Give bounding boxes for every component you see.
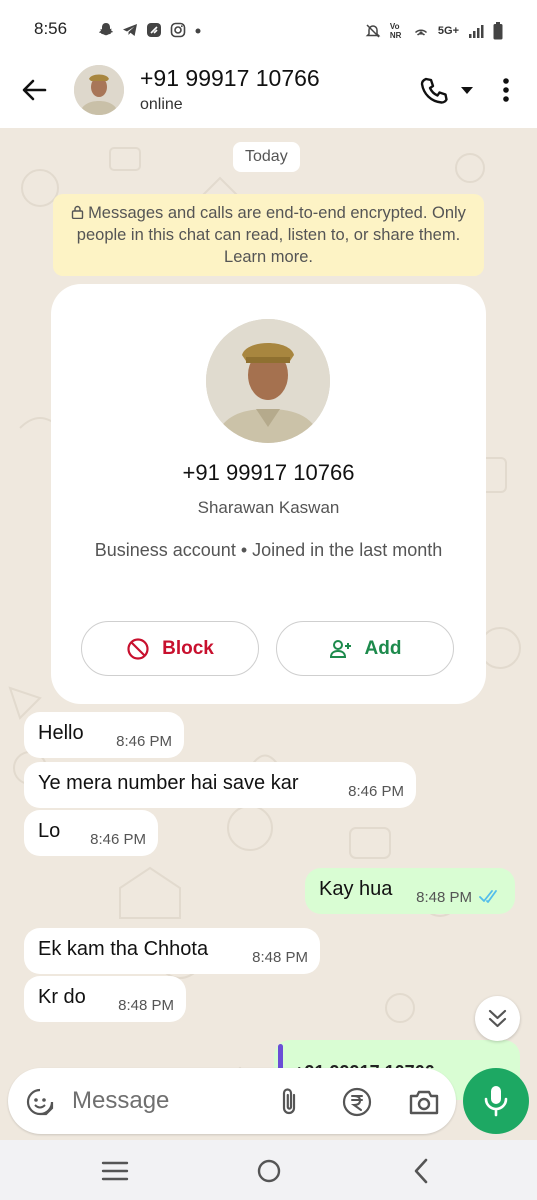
message-time: 8:46 PM — [90, 831, 146, 848]
chat-area[interactable]: Today Messages and calls are end-to-end … — [0, 128, 537, 1140]
signal-icon — [469, 25, 484, 38]
encryption-notice-text: Messages and calls are end-to-end encryp… — [76, 204, 466, 266]
contact-title[interactable]: +91 99917 10766 — [140, 65, 320, 92]
scroll-down-button[interactable] — [475, 996, 520, 1041]
dot-icon — [195, 28, 201, 34]
avatar-photo — [74, 65, 124, 115]
more-vert-icon[interactable] — [494, 76, 518, 104]
snapchat-icon — [98, 23, 114, 36]
mic-button[interactable] — [463, 1068, 529, 1134]
network-label: 5G+ — [437, 25, 459, 37]
contact-info-card: +91 99917 10766 Sharawan Kaswan Business… — [51, 284, 486, 704]
double-tick-icon — [479, 890, 497, 903]
message-bubble-incoming[interactable]: Kr do 8:48 PM — [24, 976, 186, 1022]
attach-icon[interactable] — [276, 1086, 302, 1116]
message-text: Kay hua — [319, 878, 393, 900]
message-time: 8:46 PM — [116, 733, 172, 750]
recents-icon[interactable] — [101, 1158, 129, 1184]
message-text: Lo — [38, 820, 61, 842]
message-composer — [8, 1068, 456, 1134]
contact-photo — [206, 319, 330, 443]
instagram-icon — [170, 22, 186, 38]
message-bubble-incoming[interactable]: Hello 8:46 PM — [24, 712, 184, 758]
notification-icons — [98, 22, 202, 38]
message-bubble-incoming[interactable]: Ye mera number hai save kar 8:46 PM — [24, 762, 416, 808]
home-icon[interactable] — [255, 1158, 283, 1184]
camera-icon[interactable] — [408, 1088, 440, 1116]
back-nav-icon[interactable] — [408, 1158, 436, 1184]
block-button[interactable]: Block — [81, 621, 259, 676]
message-time: 8:46 PM — [348, 783, 404, 800]
block-button-label: Block — [162, 637, 214, 659]
chat-header: +91 99917 10766 online — [0, 60, 537, 128]
message-text: Kr do — [38, 986, 86, 1008]
dropdown-caret-icon[interactable] — [460, 84, 474, 96]
message-time: 8:48 PM — [416, 889, 472, 906]
lock-icon — [71, 205, 84, 219]
sticker-icon[interactable] — [26, 1088, 54, 1116]
system-nav-bar — [0, 1140, 537, 1200]
back-arrow-icon[interactable] — [20, 76, 48, 104]
contact-phone: +91 99917 10766 — [182, 460, 355, 485]
message-time: 8:48 PM — [118, 997, 174, 1014]
avatar[interactable] — [74, 65, 124, 115]
battery-icon — [493, 22, 503, 40]
mute-bell-icon — [365, 24, 381, 38]
mic-icon — [484, 1086, 508, 1117]
message-text: Ye mera number hai save kar — [38, 772, 299, 794]
message-input[interactable] — [72, 1084, 262, 1118]
call-icon[interactable] — [418, 75, 450, 107]
message-time: 8:48 PM — [252, 949, 308, 966]
contact-name: Sharawan Kaswan — [197, 498, 340, 517]
rupee-icon[interactable] — [342, 1087, 372, 1117]
status-bar: 8:56 Vo NR 5G+ — [0, 0, 537, 60]
encryption-notice[interactable]: Messages and calls are end-to-end encryp… — [53, 194, 484, 276]
block-icon — [127, 637, 149, 660]
add-contact-button[interactable]: Add — [276, 621, 454, 676]
add-person-icon — [329, 639, 351, 658]
message-text: Hello — [38, 722, 84, 744]
message-bubble-incoming[interactable]: Ek kam tha Chhota 8:48 PM — [24, 928, 320, 974]
contact-account-info: Business account • Joined in the last mo… — [94, 540, 443, 560]
message-bubble-incoming[interactable]: Lo 8:46 PM — [24, 810, 158, 856]
message-text: Ek kam tha Chhota — [38, 938, 209, 960]
status-time: 8:56 — [34, 19, 68, 38]
volte-label: Vo NR — [389, 22, 402, 40]
contact-avatar[interactable] — [206, 319, 330, 443]
app-icon — [147, 23, 161, 37]
telegram-icon — [123, 24, 137, 36]
hotspot-icon — [414, 29, 427, 36]
date-chip: Today — [233, 142, 300, 172]
message-bubble-outgoing[interactable]: Kay hua 8:48 PM — [305, 868, 515, 914]
add-button-label: Add — [364, 637, 402, 659]
scroll-down-icon — [488, 1009, 507, 1028]
contact-status: online — [140, 96, 183, 113]
system-icons: Vo NR 5G+ — [365, 22, 503, 40]
